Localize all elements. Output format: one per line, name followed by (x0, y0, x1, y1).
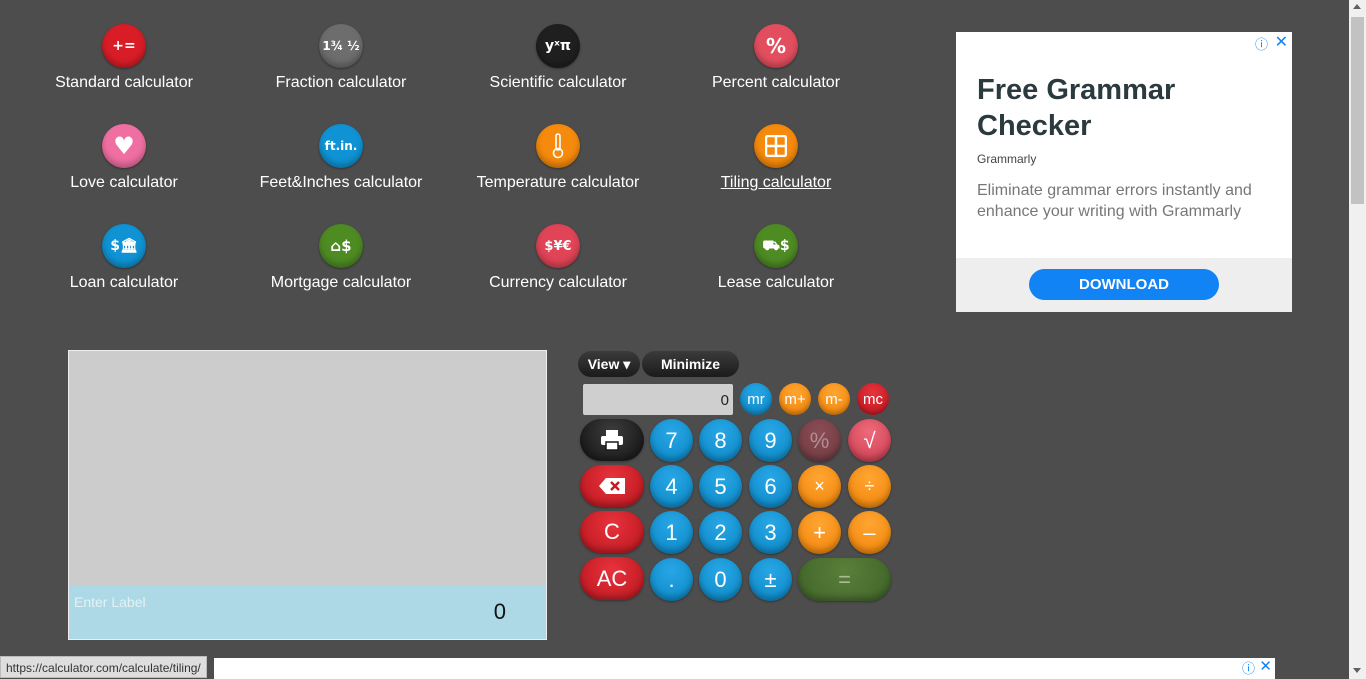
menu-label: Feet&Inches calculator (259, 174, 423, 191)
memory-clear-button[interactable]: mc (857, 383, 889, 415)
divide-key[interactable]: ÷ (848, 465, 891, 508)
minus-key[interactable]: – (848, 511, 891, 554)
label-input[interactable]: Enter Label (74, 594, 146, 610)
menu-mortgage-calculator[interactable]: ⌂$ Mortgage calculator (241, 224, 441, 292)
menu-label: Scientific calculator (489, 74, 627, 91)
tape-label-bar: Enter Label 0 (69, 586, 546, 639)
grammarly-ad[interactable]: ⓘ ✕ Free Grammar Checker Grammarly Elimi… (956, 32, 1292, 312)
percent-icon: % (754, 24, 798, 68)
ad-description: Eliminate grammar errors instantly and e… (977, 182, 1252, 220)
scrollbar-thumb[interactable] (1351, 17, 1364, 204)
plus-equals-icon: += (102, 24, 146, 68)
calculation-tape: Enter Label 0 (68, 350, 547, 640)
decimal-key[interactable]: . (650, 558, 693, 601)
tiles-icon (754, 124, 798, 168)
ad-close-icon[interactable]: ✕ (1259, 657, 1272, 675)
ad-info-icon[interactable]: ⓘ (1242, 658, 1255, 677)
ad-footer: DOWNLOAD (956, 258, 1292, 312)
backspace-button[interactable] (580, 465, 644, 507)
backspace-icon (599, 478, 625, 494)
key-4[interactable]: 4 (650, 465, 693, 508)
key-9[interactable]: 9 (749, 419, 792, 462)
plus-key[interactable]: + (798, 511, 841, 554)
key-1[interactable]: 1 (650, 511, 693, 554)
car-icon: ⛟$ (754, 224, 798, 268)
key-8[interactable]: 8 (699, 419, 742, 462)
key-3[interactable]: 3 (749, 511, 792, 554)
key-2[interactable]: 2 (699, 511, 742, 554)
menu-loan-calculator[interactable]: $🏛 Loan calculator (24, 224, 224, 292)
bottom-ad-banner[interactable]: ⓘ ✕ (214, 658, 1275, 679)
menu-feet-inches-calculator[interactable]: ft.in. Feet&Inches calculator (241, 124, 441, 192)
print-button[interactable] (580, 419, 644, 461)
menu-temperature-calculator[interactable]: Temperature calculator (458, 124, 658, 192)
memory-add-button[interactable]: m+ (779, 383, 811, 415)
scroll-up-icon[interactable] (1353, 4, 1361, 9)
key-6[interactable]: 6 (749, 465, 792, 508)
menu-label: Temperature calculator (476, 174, 640, 191)
ad-download-button[interactable]: DOWNLOAD (1029, 269, 1219, 300)
all-clear-button[interactable]: AC (580, 557, 644, 600)
menu-love-calculator[interactable]: ♥ Love calculator (24, 124, 224, 192)
plus-minus-key[interactable]: ± (749, 558, 792, 601)
key-7[interactable]: 7 (650, 419, 693, 462)
status-bar-url: https://calculator.com/calculate/tiling/ (0, 656, 207, 678)
menu-label: Mortgage calculator (270, 274, 412, 291)
scientific-icon: yˣπ (536, 24, 580, 68)
menu-tiling-calculator[interactable]: Tiling calculator (676, 124, 876, 192)
menu-label: Loan calculator (69, 274, 179, 291)
menu-standard-calculator[interactable]: += Standard calculator (24, 24, 224, 92)
heart-icon: ♥ (102, 124, 146, 168)
clear-button[interactable]: C (580, 511, 644, 553)
ad-brand: Grammarly (977, 152, 1037, 166)
ruler-icon: ft.in. (319, 124, 363, 168)
fraction-icon: 1¾ ½ (319, 24, 363, 68)
printer-icon (601, 430, 623, 451)
ad-title[interactable]: Free Grammar Checker (977, 72, 1237, 144)
currency-icon: $¥€ (536, 224, 580, 268)
memory-subtract-button[interactable]: m- (818, 383, 850, 415)
calculator-display: 0 (583, 384, 733, 415)
menu-percent-calculator[interactable]: % Percent calculator (676, 24, 876, 92)
ad-info-icon[interactable]: ⓘ (1255, 34, 1268, 53)
menu-label: Currency calculator (489, 274, 627, 291)
menu-label: Percent calculator (711, 74, 841, 91)
menu-label: Fraction calculator (275, 74, 407, 91)
ad-close-icon[interactable]: ✕ (1275, 32, 1288, 52)
minimize-button[interactable]: Minimize (642, 351, 739, 377)
menu-currency-calculator[interactable]: $¥€ Currency calculator (458, 224, 658, 292)
sqrt-key[interactable]: √ (848, 419, 891, 462)
scroll-down-icon[interactable] (1353, 668, 1361, 673)
menu-scientific-calculator[interactable]: yˣπ Scientific calculator (458, 24, 658, 92)
multiply-key[interactable]: × (798, 465, 841, 508)
tape-value: 0 (493, 599, 506, 624)
menu-label: Standard calculator (55, 74, 193, 91)
thermometer-icon (536, 124, 580, 168)
bank-icon: $🏛 (102, 224, 146, 268)
view-menu-button[interactable]: View ▾ (578, 351, 640, 377)
equals-key[interactable]: = (798, 558, 891, 601)
memory-recall-button[interactable]: mr (740, 383, 772, 415)
menu-fraction-calculator[interactable]: 1¾ ½ Fraction calculator (241, 24, 441, 92)
key-5[interactable]: 5 (699, 465, 742, 508)
key-0[interactable]: 0 (699, 558, 742, 601)
menu-label: Love calculator (70, 174, 178, 191)
menu-label: Lease calculator (717, 274, 835, 291)
menu-lease-calculator[interactable]: ⛟$ Lease calculator (676, 224, 876, 292)
house-icon: ⌂$ (319, 224, 363, 268)
menu-label: Tiling calculator (720, 174, 832, 191)
percent-key[interactable]: % (798, 419, 841, 462)
